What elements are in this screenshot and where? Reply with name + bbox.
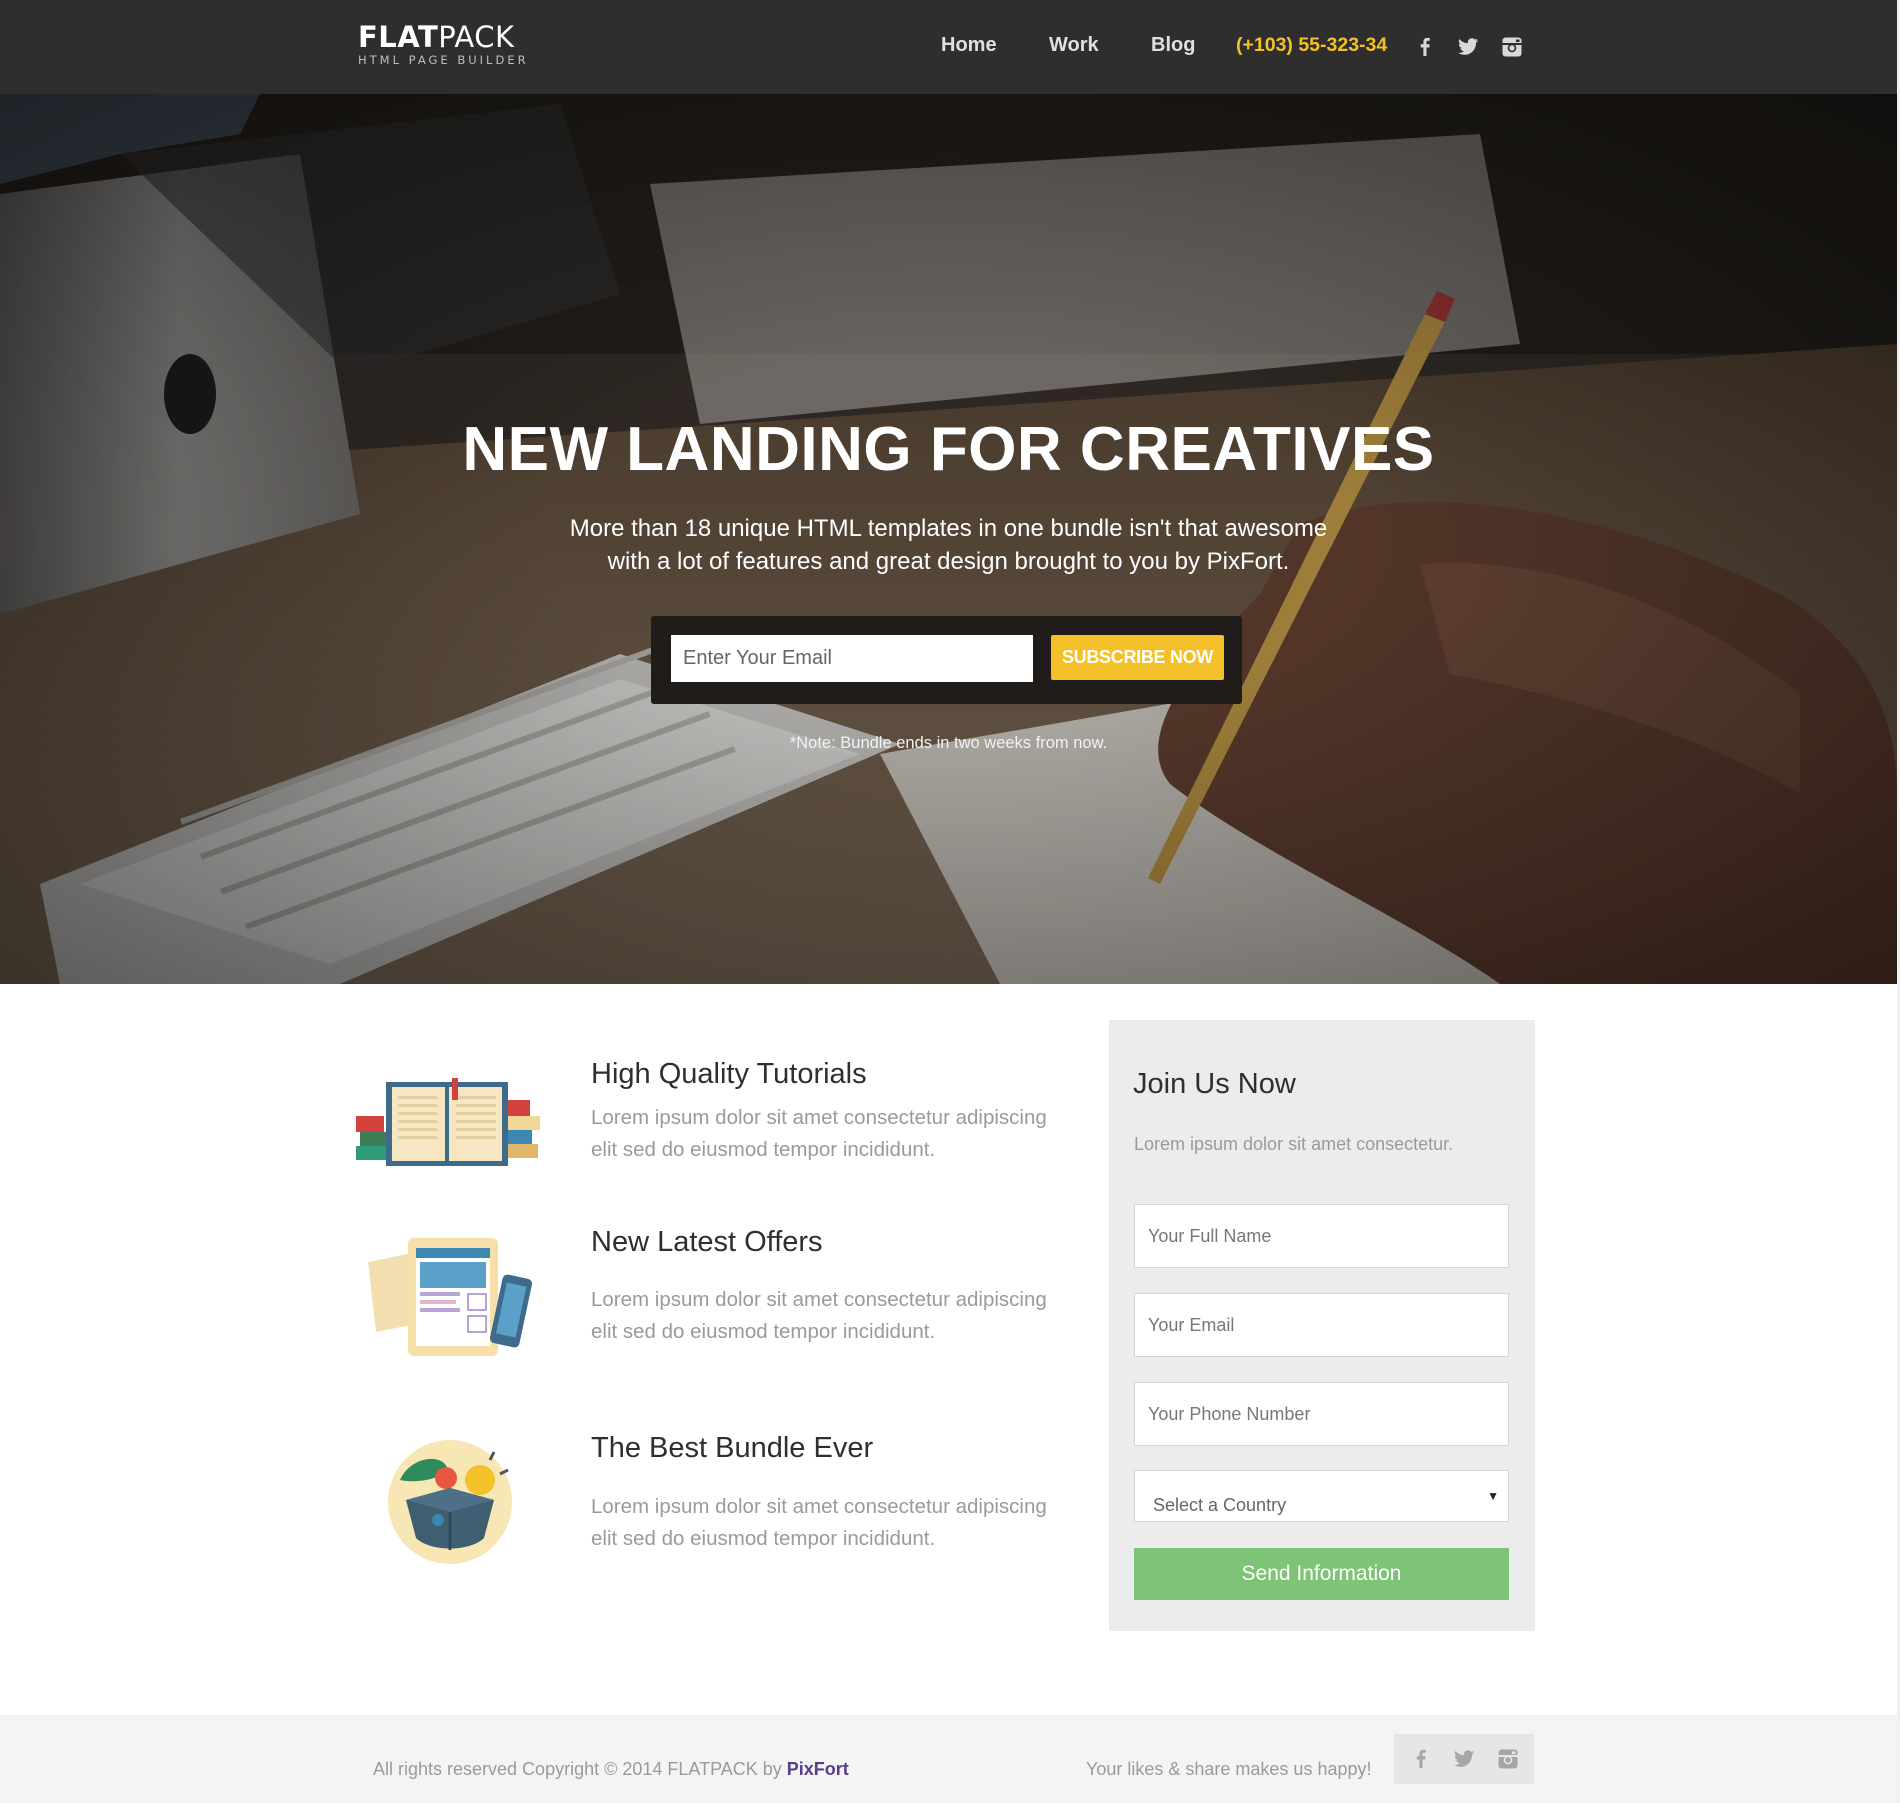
subscribe-now-button[interactable]: SUBSCRIBE NOW (1051, 635, 1224, 680)
join-description: Lorem ipsum dolor sit amet consectetur. (1134, 1134, 1454, 1154)
copyright-prefix: All rights reserved Copyright © 2014 FLA… (373, 1759, 787, 1779)
feature-title-offers: New Latest Offers (591, 1226, 823, 1258)
hero-subtitle: More than 18 unique HTML templates in on… (0, 512, 1897, 578)
send-information-button[interactable]: Send Information (1134, 1548, 1509, 1600)
copyright-text: All rights reserved Copyright © 2014 FLA… (373, 1759, 849, 1780)
feature-desc-tutorials: Lorem ipsum dolor sit amet consectetur a… (591, 1102, 1101, 1166)
logo-tagline: HTML PAGE BUILDER (358, 53, 529, 67)
feature-title-bundle: The Best Bundle Ever (591, 1432, 874, 1464)
subscribe-email-input[interactable]: Enter Your Email (671, 635, 1033, 682)
footer-social-links (1394, 1734, 1534, 1784)
feature-desc-line: Lorem ipsum dolor sit amet consectetur a… (591, 1106, 1047, 1129)
facebook-icon[interactable] (1408, 1746, 1434, 1772)
feature-desc-bundle: Lorem ipsum dolor sit amet consectetur a… (591, 1491, 1101, 1555)
hero-subtitle-line-2: with a lot of features and great design … (607, 548, 1290, 575)
feature-desc-offers: Lorem ipsum dolor sit amet consectetur a… (591, 1284, 1101, 1348)
nav-blog[interactable]: Blog (1151, 34, 1195, 60)
country-select[interactable]: Select a Country ▼ (1134, 1470, 1509, 1522)
phone-number-field[interactable]: Your Phone Number (1134, 1382, 1509, 1446)
email-field[interactable]: Your Email (1134, 1293, 1509, 1357)
subscribe-form: Enter Your Email SUBSCRIBE NOW (651, 616, 1242, 704)
footer-share-text: Your likes & share makes us happy! (1086, 1759, 1372, 1779)
books-icon (356, 1078, 540, 1166)
facebook-icon[interactable] (1412, 34, 1438, 60)
flatpack-logo[interactable]: FLATPACK HTML PAGE BUILDER (358, 22, 529, 67)
pixfort-link[interactable]: PixFort (787, 1759, 849, 1779)
logo-wordmark: FLATPACK (358, 20, 515, 54)
top-navbar: FLATPACK HTML PAGE BUILDER Home Work Blo… (0, 0, 1900, 94)
hero-note: *Note: Bundle ends in two weeks from now… (789, 734, 1108, 752)
instagram-icon[interactable] (1499, 34, 1525, 60)
country-select-value: Select a Country (1153, 1495, 1287, 1515)
gift-box-icon (388, 1440, 512, 1564)
hero-subtitle-line-1: More than 18 unique HTML templates in on… (569, 515, 1328, 542)
join-us-form: Join Us Now Lorem ipsum dolor sit amet c… (1109, 1020, 1535, 1631)
join-title: Join Us Now (1133, 1068, 1296, 1100)
instagram-icon[interactable] (1495, 1746, 1521, 1772)
hero-section: NEW LANDING FOR CREATIVES More than 18 u… (0, 94, 1897, 984)
full-name-field[interactable]: Your Full Name (1134, 1204, 1509, 1268)
feature-desc-line: elit sed do eiusmod tempor incididunt. (591, 1138, 936, 1161)
footer: All rights reserved Copyright © 2014 FLA… (0, 1715, 1897, 1803)
feature-desc-line: Lorem ipsum dolor sit amet consectetur a… (591, 1495, 1047, 1518)
feature-desc-line: elit sed do eiusmod tempor incididunt. (591, 1320, 936, 1343)
dropdown-caret-icon: ▼ (1487, 1489, 1499, 1503)
twitter-icon[interactable] (1451, 1746, 1477, 1772)
nav-work[interactable]: Work (1049, 34, 1099, 60)
feature-desc-line: elit sed do eiusmod tempor incididunt. (591, 1527, 936, 1550)
tablet-phone-icon (368, 1238, 533, 1356)
feature-desc-line: Lorem ipsum dolor sit amet consectetur a… (591, 1288, 1047, 1311)
nav-phone-number[interactable]: (+103) 55-323-34 (1236, 34, 1387, 60)
feature-title-tutorials: High Quality Tutorials (591, 1058, 867, 1090)
hero-title: NEW LANDING FOR CREATIVES (462, 415, 1435, 484)
twitter-icon[interactable] (1455, 34, 1481, 60)
nav-home[interactable]: Home (941, 34, 997, 60)
